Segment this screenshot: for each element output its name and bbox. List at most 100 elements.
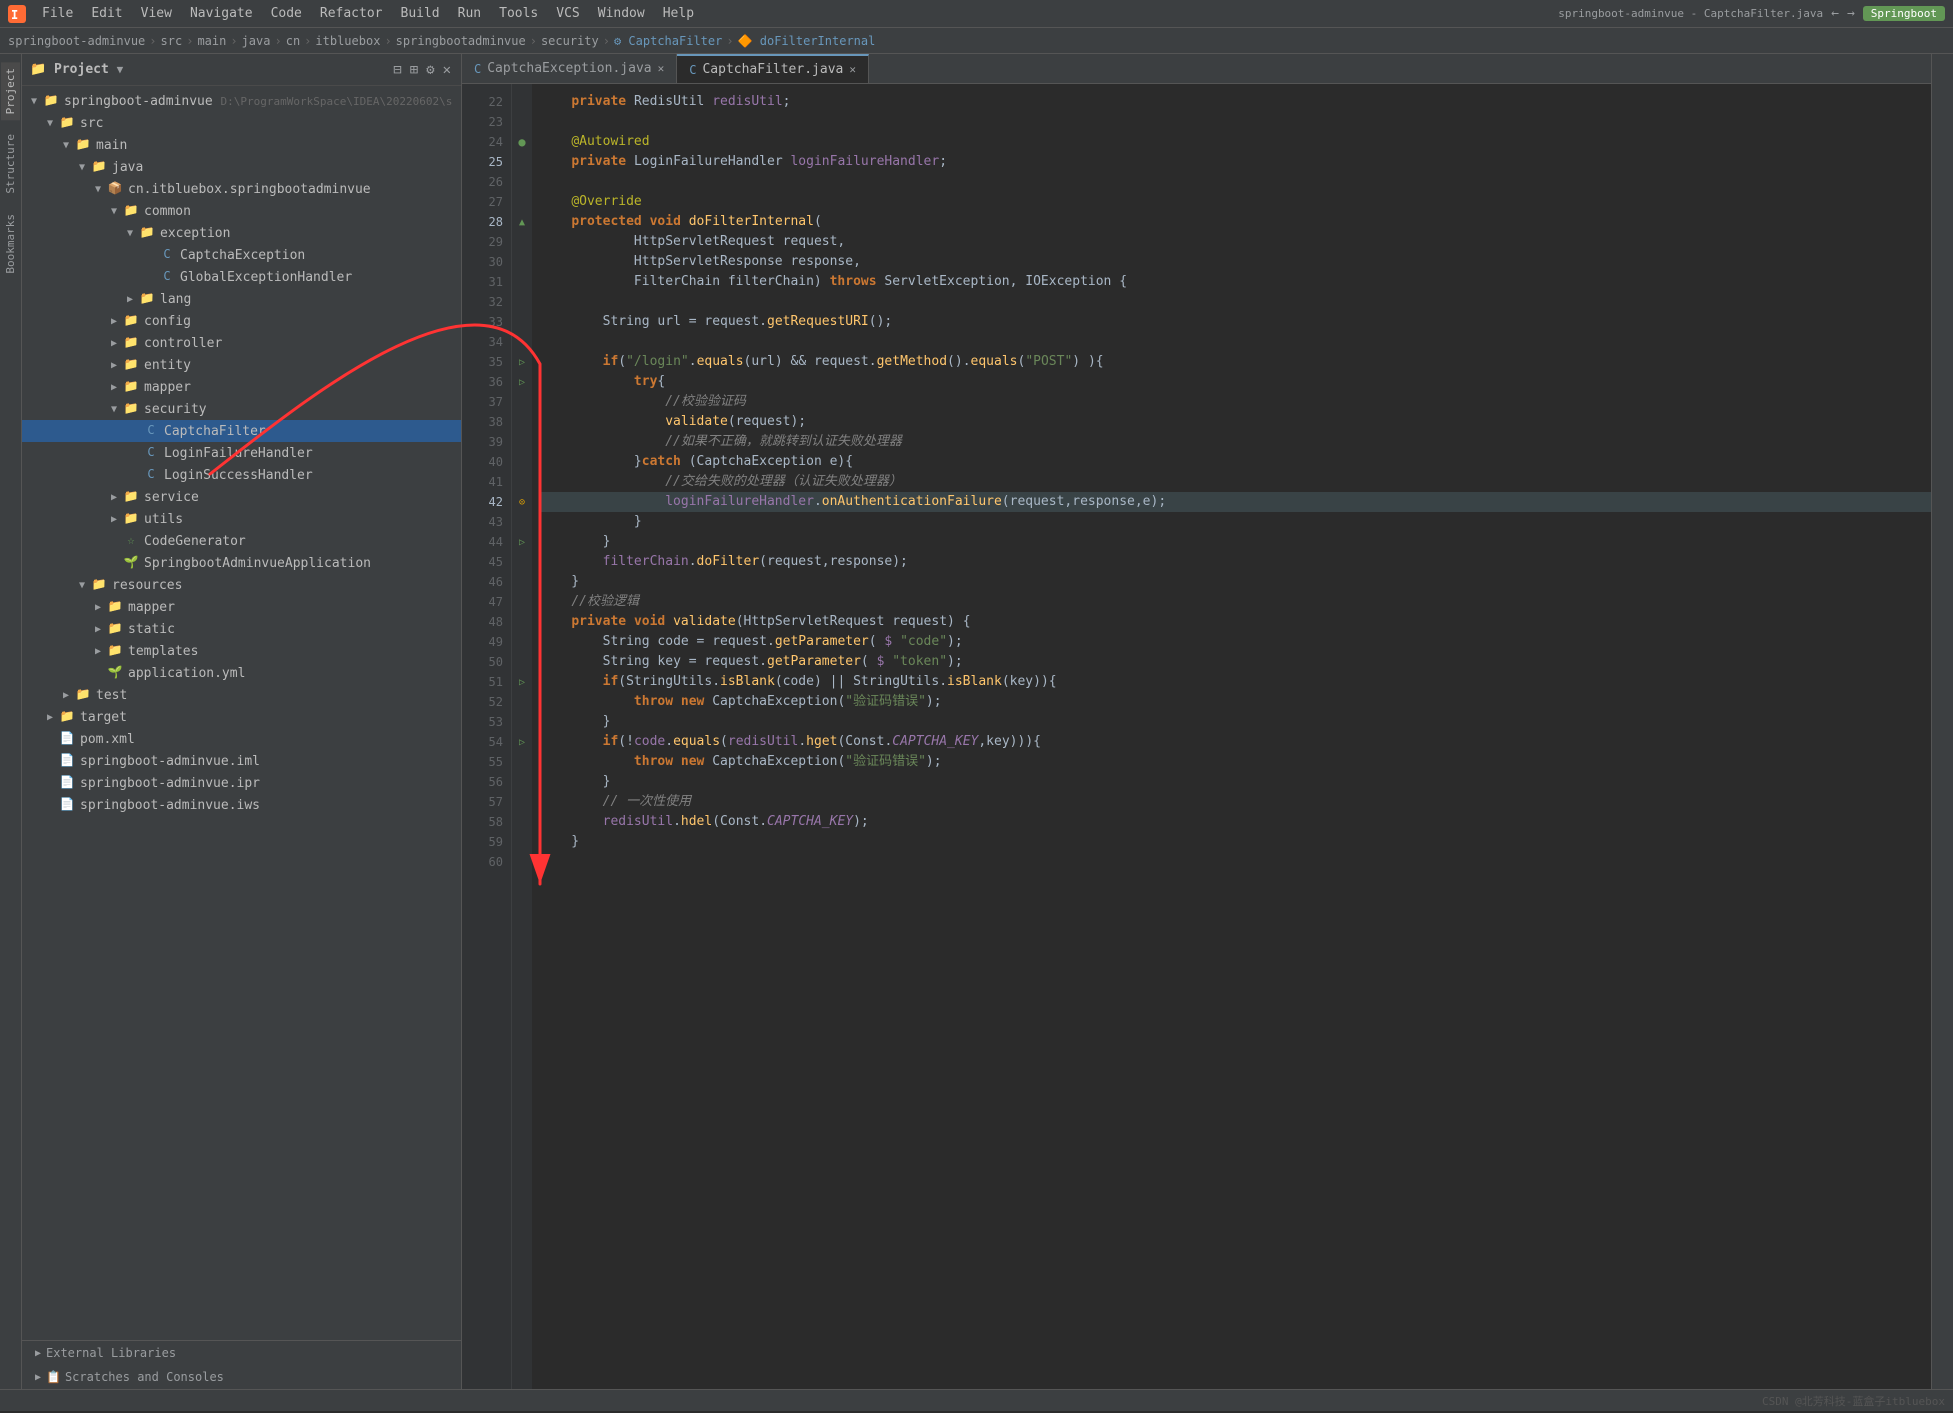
tab-captchafilter-close[interactable]: ✕ bbox=[849, 63, 856, 76]
gear-icon[interactable]: ⚙ bbox=[424, 60, 436, 80]
service-folder-icon: 📁 bbox=[122, 489, 140, 505]
tree-item-springbootapp[interactable]: 🌱 SpringbootAdminvueApplication bbox=[22, 552, 461, 574]
nav-back-btn[interactable]: ← bbox=[1831, 6, 1839, 21]
status-bar: CSDN @北芳科技-蓝盒子itbluebox bbox=[0, 1389, 1953, 1411]
close-sidebar-btn[interactable]: ✕ bbox=[441, 60, 453, 80]
tab-captchaexception-close[interactable]: ✕ bbox=[658, 62, 665, 75]
expand-all-btn[interactable]: ⊞ bbox=[408, 60, 420, 80]
code-editor[interactable]: 22 23 24 25 26 27 28 29 30 31 32 33 34 3… bbox=[462, 84, 1931, 1389]
line-numbers: 22 23 24 25 26 27 28 29 30 31 32 33 34 3… bbox=[462, 84, 512, 1389]
breadcrumb-springbootadminvue[interactable]: springbootadminvue bbox=[396, 34, 526, 48]
tree-item-test[interactable]: ▶ 📁 test bbox=[22, 684, 461, 706]
breadcrumb-security[interactable]: security bbox=[541, 34, 599, 48]
breadcrumb-main[interactable]: main bbox=[197, 34, 226, 48]
breadcrumb-itbluebox[interactable]: itbluebox bbox=[315, 34, 380, 48]
utils-folder-icon: 📁 bbox=[122, 511, 140, 527]
code-line-46: } bbox=[540, 572, 1931, 592]
project-tab[interactable]: Project bbox=[1, 62, 20, 120]
tree-item-lang[interactable]: ▶ 📁 lang bbox=[22, 288, 461, 310]
tree-item-security[interactable]: ▼ 📁 security bbox=[22, 398, 461, 420]
tree-item-exception[interactable]: ▼ 📁 exception bbox=[22, 222, 461, 244]
entity-folder-icon: 📁 bbox=[122, 357, 140, 373]
iml-icon: 📄 bbox=[58, 753, 76, 769]
menu-view[interactable]: View bbox=[133, 0, 180, 27]
menu-help[interactable]: Help bbox=[655, 0, 702, 27]
tree-label-application-yml: application.yml bbox=[128, 666, 245, 681]
tree-item-target[interactable]: ▶ 📁 target bbox=[22, 706, 461, 728]
sidebar-actions: ⊟ ⊞ ⚙ ✕ bbox=[391, 60, 453, 80]
code-line-60: } bbox=[540, 852, 1931, 872]
globalexception-class-icon: C bbox=[158, 269, 176, 285]
springboot-badge[interactable]: Springboot bbox=[1863, 6, 1945, 21]
project-icon: 📁 bbox=[42, 93, 60, 109]
menu-file[interactable]: File bbox=[34, 0, 81, 27]
tree-item-static[interactable]: ▶ 📁 static bbox=[22, 618, 461, 640]
tree-item-common[interactable]: ▼ 📁 common bbox=[22, 200, 461, 222]
tree-item-pom-xml[interactable]: 📄 pom.xml bbox=[22, 728, 461, 750]
main-folder-icon: 📁 bbox=[74, 137, 92, 153]
tab-captchaexception[interactable]: C CaptchaException.java ✕ bbox=[462, 54, 677, 83]
tree-item-loginsuccesshandler[interactable]: C LoginSuccessHandler bbox=[22, 464, 461, 486]
breadcrumb-cn[interactable]: cn bbox=[286, 34, 300, 48]
gutter-line36-icon: ▷ bbox=[512, 372, 532, 392]
tree-item-iws[interactable]: 📄 springboot-adminvue.iws bbox=[22, 794, 461, 816]
menu-vcs[interactable]: VCS bbox=[548, 0, 587, 27]
tree-item-package[interactable]: ▼ 📦 cn.itbluebox.springbootadminvue bbox=[22, 178, 461, 200]
tab-captchafilter[interactable]: C CaptchaFilter.java ✕ bbox=[677, 54, 869, 83]
tree-item-templates[interactable]: ▶ 📁 templates bbox=[22, 640, 461, 662]
tree-item-utils[interactable]: ▶ 📁 utils bbox=[22, 508, 461, 530]
code-line-54: if(!code.equals(redisUtil.hget(Const.CAP… bbox=[540, 732, 1931, 752]
breadcrumb-project[interactable]: springboot-adminvue bbox=[8, 34, 145, 48]
menu-window[interactable]: Window bbox=[590, 0, 653, 27]
code-line-57: // 一次性使用 bbox=[540, 792, 1931, 812]
external-libraries-panel[interactable]: ▶ External Libraries bbox=[22, 1341, 461, 1365]
menu-run[interactable]: Run bbox=[450, 0, 489, 27]
menu-navigate[interactable]: Navigate bbox=[182, 0, 261, 27]
app-icon: I bbox=[8, 5, 26, 23]
codegenerator-class-icon: ☆ bbox=[122, 533, 140, 549]
tree-label-iws: springboot-adminvue.iws bbox=[80, 798, 260, 813]
resources-folder-icon: 📁 bbox=[90, 577, 108, 593]
breadcrumb-java[interactable]: java bbox=[242, 34, 271, 48]
tree-item-mapper[interactable]: ▶ 📁 mapper bbox=[22, 376, 461, 398]
menu-refactor[interactable]: Refactor bbox=[312, 0, 391, 27]
tree-item-captchaexception[interactable]: C CaptchaException bbox=[22, 244, 461, 266]
tree-item-main[interactable]: ▼ 📁 main bbox=[22, 134, 461, 156]
tree-item-entity[interactable]: ▶ 📁 entity bbox=[22, 354, 461, 376]
tree-item-src[interactable]: ▼ 📁 src bbox=[22, 112, 461, 134]
tree-item-iml[interactable]: 📄 springboot-adminvue.iml bbox=[22, 750, 461, 772]
menu-edit[interactable]: Edit bbox=[83, 0, 130, 27]
breadcrumb-captchafilter[interactable]: ⚙ CaptchaFilter bbox=[614, 34, 722, 48]
nav-forward-btn[interactable]: → bbox=[1847, 6, 1855, 21]
menu-code[interactable]: Code bbox=[263, 0, 310, 27]
tree-item-config[interactable]: ▶ 📁 config bbox=[22, 310, 461, 332]
tree-item-ipr[interactable]: 📄 springboot-adminvue.ipr bbox=[22, 772, 461, 794]
captchafilter-class-icon: C bbox=[142, 423, 160, 439]
ipr-icon: 📄 bbox=[58, 775, 76, 791]
code-content[interactable]: private RedisUtil redisUtil; @Autowired … bbox=[532, 84, 1931, 1389]
tree-item-captchafilter[interactable]: C CaptchaFilter bbox=[22, 420, 461, 442]
tree-label-lang: lang bbox=[160, 292, 191, 307]
templates-folder-icon: 📁 bbox=[106, 643, 124, 659]
tree-item-java[interactable]: ▼ 📁 java bbox=[22, 156, 461, 178]
loginsuccesshandler-class-icon: C bbox=[142, 467, 160, 483]
tree-label-templates: templates bbox=[128, 644, 198, 659]
menu-build[interactable]: Build bbox=[393, 0, 448, 27]
tree-item-resources-mapper[interactable]: ▶ 📁 mapper bbox=[22, 596, 461, 618]
bookmarks-tab[interactable]: Bookmarks bbox=[1, 208, 20, 280]
tree-item-loginfailurehandler[interactable]: C LoginFailureHandler bbox=[22, 442, 461, 464]
structure-tab[interactable]: Structure bbox=[1, 128, 20, 200]
breadcrumb-src[interactable]: src bbox=[161, 34, 183, 48]
tree-item-resources[interactable]: ▼ 📁 resources bbox=[22, 574, 461, 596]
tree-item-application-yml[interactable]: 🌱 application.yml bbox=[22, 662, 461, 684]
tree-item-globalexception[interactable]: C GlobalExceptionHandler bbox=[22, 266, 461, 288]
tree-item-codegenerator[interactable]: ☆ CodeGenerator bbox=[22, 530, 461, 552]
collapse-all-btn[interactable]: ⊟ bbox=[391, 60, 403, 80]
tree-item-project-root[interactable]: ▼ 📁 springboot-adminvue D:\ProgramWorkSp… bbox=[22, 90, 461, 112]
scratches-panel[interactable]: ▶ 📋 Scratches and Consoles bbox=[22, 1365, 461, 1389]
tree-item-controller[interactable]: ▶ 📁 controller bbox=[22, 332, 461, 354]
tree-item-service[interactable]: ▶ 📁 service bbox=[22, 486, 461, 508]
menu-tools[interactable]: Tools bbox=[491, 0, 546, 27]
breadcrumb-dofilterinternal[interactable]: 🔶 doFilterInternal bbox=[738, 34, 876, 48]
package-icon: 📦 bbox=[106, 181, 124, 197]
